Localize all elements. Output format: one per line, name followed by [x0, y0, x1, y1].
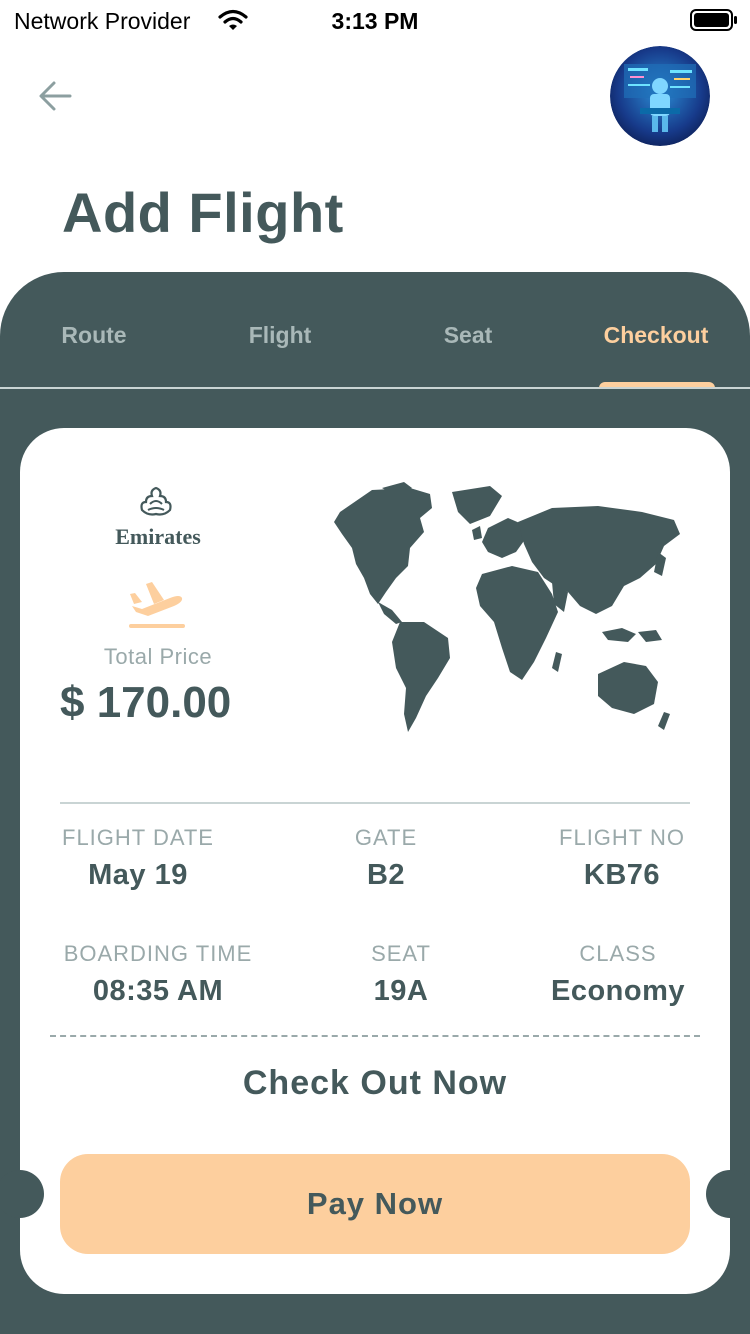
- airline-name: Emirates: [115, 524, 201, 549]
- details-divider: [60, 802, 690, 804]
- status-time: 3:13 PM: [331, 8, 419, 34]
- battery-icon: [690, 9, 737, 31]
- seat-label: SEAT: [371, 941, 431, 966]
- flight-no-value: KB76: [583, 859, 661, 891]
- tab-checkout[interactable]: Checkout: [592, 322, 720, 358]
- class-label: CLASS: [579, 941, 657, 966]
- flight-date-value: May 19: [88, 859, 188, 891]
- detail-gate: GATE B2: [326, 825, 446, 892]
- class-value: Economy: [550, 975, 686, 1007]
- flight-date-label: FLIGHT DATE: [62, 825, 214, 850]
- pay-now-label: Pay Now: [306, 1186, 444, 1221]
- airline-logo: Emirates: [110, 486, 206, 550]
- tab-route[interactable]: Route: [44, 322, 144, 358]
- detail-flight-date: FLIGHT DATE May 19: [60, 825, 216, 892]
- emirates-emblem-icon: [140, 486, 172, 516]
- step-tabs: Route Flight Seat Checkout: [0, 272, 750, 389]
- detail-boarding-time: BOARDING TIME 08:35 AM: [60, 941, 256, 1008]
- gate-value: B2: [366, 859, 406, 891]
- ticket-notch-right: [706, 1170, 750, 1218]
- status-bar: Network Provider 3:13 PM: [0, 0, 750, 42]
- tab-flight[interactable]: Flight: [230, 322, 330, 358]
- gate-label: GATE: [354, 825, 418, 850]
- boarding-time-value: 08:35 AM: [92, 975, 224, 1007]
- back-arrow-icon[interactable]: [36, 76, 76, 116]
- world-map-image: [334, 482, 680, 732]
- checkout-title: Check Out Now: [242, 1064, 508, 1102]
- pay-now-button[interactable]: Pay Now: [60, 1154, 690, 1254]
- plane-takeoff-icon: [129, 582, 185, 628]
- avatar-image: [610, 46, 710, 146]
- seat-value: 19A: [373, 975, 429, 1007]
- ticket-card: Emirates Total Price $ 170.00 FLIGHT DAT…: [0, 428, 750, 1294]
- detail-class: CLASS Economy: [536, 941, 700, 1008]
- total-price-value: $ 170.00: [60, 678, 232, 727]
- detail-flight-no: FLIGHT NO KB76: [548, 825, 696, 892]
- tabs-divider: [0, 387, 750, 389]
- ticket-notch-left: [0, 1170, 44, 1218]
- ticket-tear-line: [50, 1035, 700, 1037]
- avatar[interactable]: [610, 46, 710, 146]
- flight-no-label: FLIGHT NO: [559, 825, 685, 850]
- boarding-time-label: BOARDING TIME: [63, 941, 253, 966]
- tab-seat[interactable]: Seat: [418, 322, 518, 358]
- checkout-panel: Route Flight Seat Checkout Emirates Tota…: [0, 272, 750, 1334]
- page-title: Add Flight: [62, 181, 344, 244]
- detail-seat: SEAT 19A: [341, 941, 461, 1008]
- total-price-label: Total Price: [103, 644, 213, 669]
